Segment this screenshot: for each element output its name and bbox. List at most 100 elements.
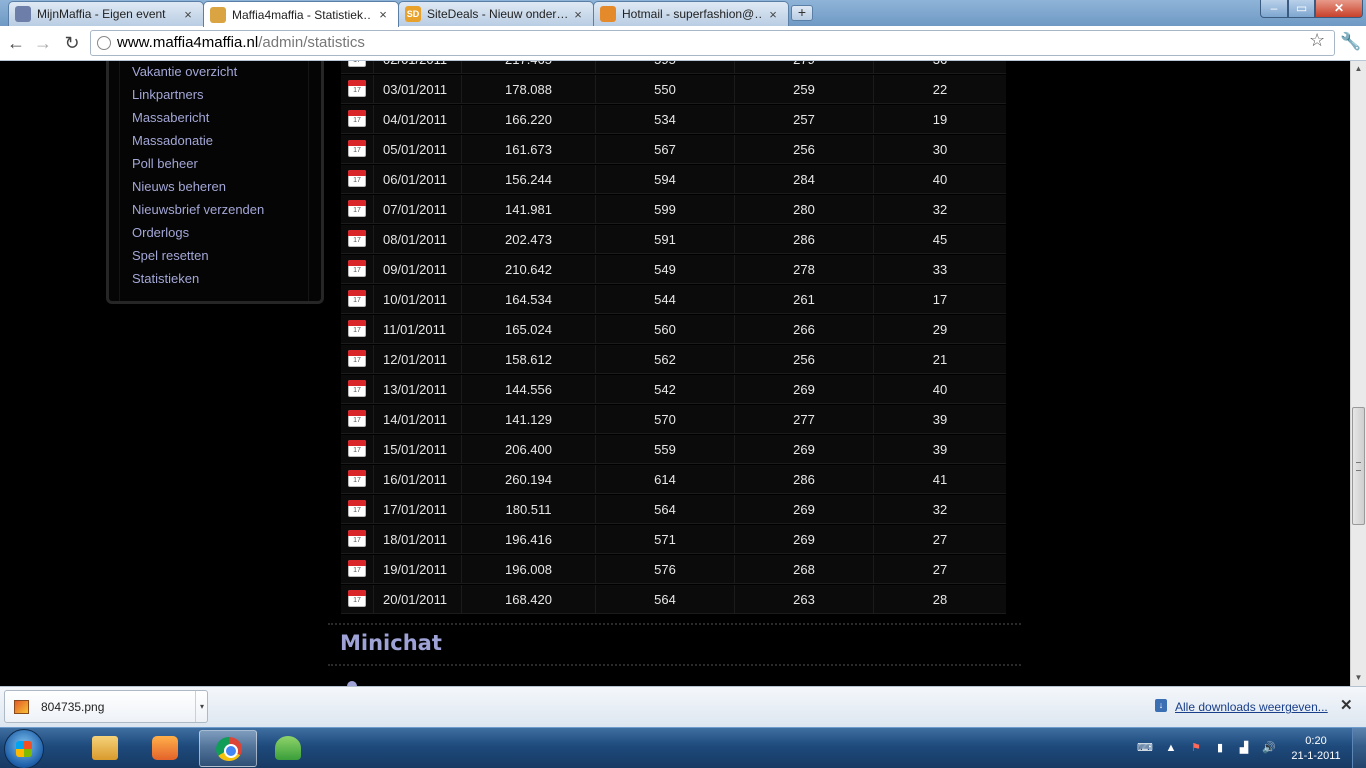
calendar-icon[interactable]	[348, 170, 366, 187]
start-button[interactable]	[4, 729, 44, 768]
calendar-icon[interactable]	[348, 230, 366, 247]
table-row: 03/01/2011178.088550259 22	[341, 75, 1006, 104]
bookmark-star-icon[interactable]: ☆	[1309, 30, 1325, 51]
row-value-2: 559	[596, 435, 735, 464]
address-bar[interactable]: www.maffia4maffia.nl/admin/statistics	[90, 30, 1335, 56]
system-clock[interactable]: 0:20 21-1-2011	[1285, 734, 1347, 764]
close-download-shelf-button[interactable]: ✕	[1340, 696, 1353, 714]
new-tab-button[interactable]: +	[791, 5, 813, 21]
sidebar-link[interactable]: Linkpartners	[132, 87, 204, 102]
forward-button[interactable]: →	[32, 32, 54, 54]
download-arrow-icon: ↓	[1155, 699, 1167, 712]
row-value-2: 567	[596, 135, 735, 164]
battery-icon[interactable]: ▮	[1214, 742, 1226, 754]
row-value-1: 196.416	[462, 525, 596, 554]
volume-icon[interactable]: 🔊	[1262, 742, 1276, 754]
row-date: 14/01/2011	[374, 405, 462, 434]
sidebar-link[interactable]: Nieuws beheren	[132, 179, 226, 194]
download-menu-button[interactable]: ▾	[195, 691, 208, 722]
calendar-icon[interactable]	[348, 410, 366, 427]
taskbar-messenger[interactable]	[259, 730, 317, 767]
table-row: 10/01/2011164.534544261 17	[341, 285, 1006, 314]
calendar-icon[interactable]	[348, 590, 366, 607]
row-value-4: 22	[932, 82, 948, 97]
back-button[interactable]: ←	[5, 32, 27, 54]
tab-close-icon[interactable]: ×	[571, 7, 585, 22]
show-all-downloads-link[interactable]: Alle downloads weergeven...	[1175, 700, 1328, 714]
tab-close-icon[interactable]: ×	[766, 7, 780, 22]
sidebar-link[interactable]: Spel resetten	[132, 248, 209, 263]
browser-tab[interactable]: Hotmail - superfashion@… ×	[593, 1, 789, 26]
calendar-icon[interactable]	[348, 500, 366, 517]
scrollbar-thumb[interactable]	[1352, 407, 1365, 525]
calendar-icon[interactable]	[348, 530, 366, 547]
tab-close-icon[interactable]: ×	[376, 7, 390, 22]
tab-close-icon[interactable]: ×	[181, 7, 195, 22]
wrench-menu-icon[interactable]: 🔧	[1340, 32, 1361, 52]
keyboard-icon[interactable]: ⌨	[1137, 742, 1153, 754]
calendar-icon[interactable]	[348, 290, 366, 307]
sidebar-link[interactable]: Massabericht	[132, 110, 209, 125]
row-value-1: 260.194	[462, 465, 596, 494]
scroll-up-arrow-icon[interactable]: ▲	[1351, 61, 1366, 77]
table-row: 15/01/2011206.400559269 39	[341, 435, 1006, 464]
sidebar-link[interactable]: Nieuwsbrief verzenden	[132, 202, 264, 217]
window-minimize-button[interactable]: –	[1260, 0, 1288, 18]
action-center-flag-icon[interactable]: ⚑	[1190, 742, 1202, 754]
calendar-icon[interactable]	[348, 470, 366, 487]
show-hidden-icons-icon[interactable]: ▲	[1165, 742, 1177, 754]
calendar-icon[interactable]	[348, 200, 366, 217]
sidebar-link[interactable]: Orderlogs	[132, 225, 189, 240]
sidebar-link[interactable]: Massadonatie	[132, 133, 213, 148]
row-value-4: 17	[932, 292, 948, 307]
scroll-down-arrow-icon[interactable]: ▼	[1351, 670, 1366, 686]
window-maximize-button[interactable]: ▭	[1288, 0, 1315, 18]
browser-tab[interactable]: SD SiteDeals - Nieuw onder… ×	[398, 1, 594, 26]
download-item[interactable]: 804735.png ▾	[4, 690, 208, 723]
calendar-icon[interactable]	[348, 110, 366, 127]
row-value-4: 39	[932, 412, 948, 427]
url-host: www.maffia4maffia.nl	[117, 34, 259, 51]
row-value-1: 168.420	[462, 585, 596, 614]
tab-favicon-icon	[600, 6, 616, 22]
row-value-4: 32	[932, 202, 948, 217]
row-value-3: 261	[735, 285, 874, 314]
window-close-button[interactable]: ✕	[1315, 0, 1363, 18]
calendar-icon[interactable]	[348, 440, 366, 457]
system-tray: ⌨ ▲ ⚑ ▮ ▟ 🔊	[1132, 728, 1282, 768]
minichat-heading: Minichat	[340, 631, 442, 655]
download-file-name: 804735.png	[41, 700, 105, 714]
calendar-icon[interactable]	[348, 350, 366, 367]
row-date: 06/01/2011	[374, 165, 462, 194]
browser-tab-strip: MijnMaffia - Eigen event × Maffia4maffia -…	[0, 0, 1366, 27]
row-icon-cell	[341, 405, 374, 434]
reload-button[interactable]: ↻	[61, 32, 83, 54]
sidebar-link[interactable]: Poll beheer	[132, 156, 198, 171]
row-value-3: 269	[735, 375, 874, 404]
calendar-icon[interactable]	[348, 260, 366, 277]
sidebar-link[interactable]: Statistieken	[132, 271, 199, 286]
show-desktop-button[interactable]	[1352, 728, 1366, 768]
row-value-4: 21	[932, 352, 948, 367]
row-value-1: 196.008	[462, 555, 596, 584]
media-player-icon	[152, 736, 178, 760]
row-value-3: 286	[735, 225, 874, 254]
calendar-icon[interactable]	[348, 140, 366, 157]
calendar-icon[interactable]	[348, 320, 366, 337]
row-value-4: 36	[874, 61, 1006, 74]
row-value-3: 263	[735, 585, 874, 614]
page-scrollbar[interactable]: ▲ ▼	[1350, 61, 1366, 686]
calendar-icon[interactable]	[348, 380, 366, 397]
calendar-icon[interactable]	[348, 80, 366, 97]
network-signal-icon[interactable]: ▟	[1238, 742, 1250, 754]
taskbar-chrome[interactable]	[199, 730, 257, 767]
browser-tab[interactable]: MijnMaffia - Eigen event ×	[8, 1, 204, 26]
calendar-icon[interactable]	[348, 61, 366, 67]
row-value-3: 280	[735, 195, 874, 224]
browser-tab[interactable]: Maffia4maffia - Statistiek… ×	[203, 1, 399, 27]
sidebar-link[interactable]: Vakantie overzicht	[132, 64, 237, 79]
calendar-icon[interactable]	[348, 560, 366, 577]
taskbar-media-player[interactable]	[136, 730, 194, 767]
row-value-4: 32	[932, 502, 948, 517]
taskbar-explorer[interactable]	[76, 730, 134, 767]
